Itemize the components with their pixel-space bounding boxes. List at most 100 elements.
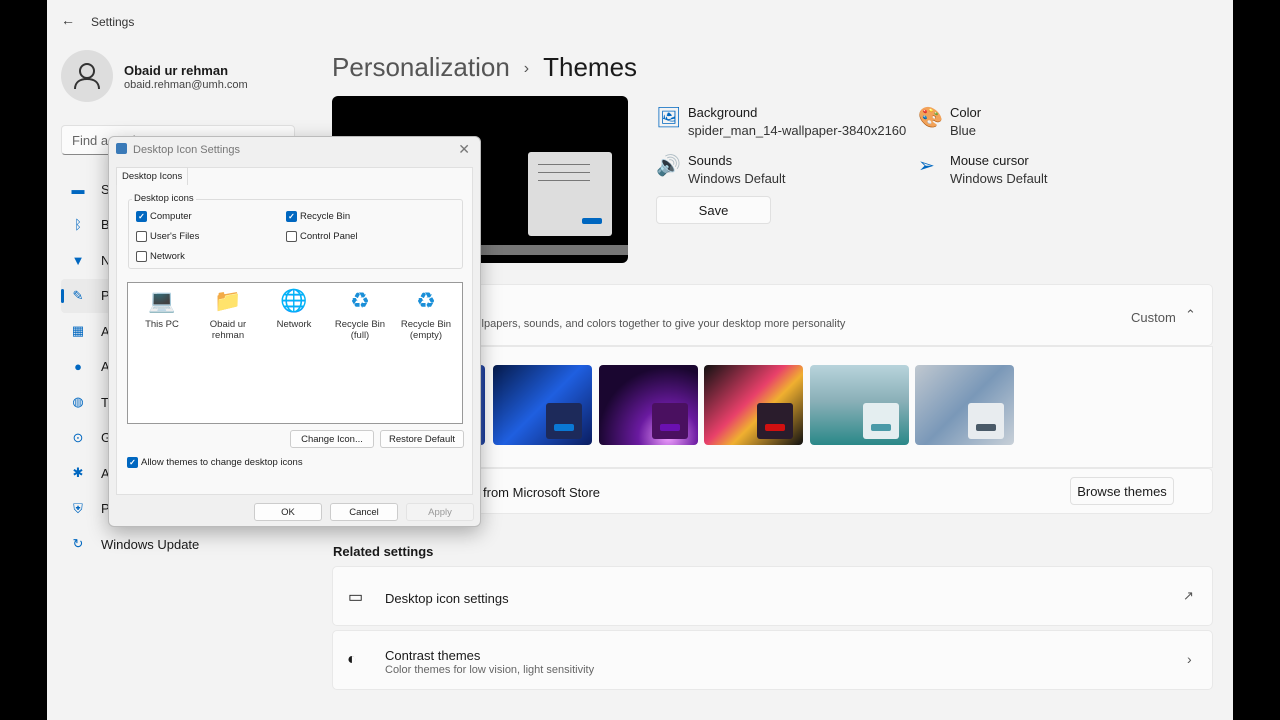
image-icon: 🖼 bbox=[656, 107, 682, 129]
globe-icon: ◍ bbox=[72, 394, 84, 409]
save-button[interactable]: Save bbox=[656, 196, 771, 224]
cursor-label: Mouse cursor bbox=[950, 153, 1029, 168]
theme-thumbnail[interactable] bbox=[598, 365, 698, 445]
apps-icon: ▦ bbox=[71, 323, 85, 338]
cancel-button[interactable]: Cancel bbox=[330, 503, 398, 521]
recycle-bin-full-icon: ♻ bbox=[350, 288, 370, 313]
change-icon-button[interactable]: Change Icon... bbox=[290, 430, 374, 448]
pc-icon: 💻 bbox=[148, 288, 176, 313]
checkbox[interactable] bbox=[286, 231, 297, 242]
theme-thumbnail[interactable] bbox=[809, 365, 909, 445]
avatar[interactable] bbox=[61, 50, 113, 102]
chevron-right-icon: › bbox=[1187, 651, 1192, 667]
cursor-icon: ➢ bbox=[918, 155, 935, 177]
background-label: Background bbox=[688, 105, 758, 120]
checkbox[interactable]: ✓ bbox=[136, 211, 147, 222]
breadcrumb-parent[interactable]: Personalization bbox=[332, 52, 510, 82]
bluetooth-icon: ᛒ bbox=[74, 217, 82, 232]
desktop-icon-settings-label: Desktop icon settings bbox=[385, 591, 509, 606]
checkbox[interactable] bbox=[136, 251, 147, 262]
cursor-value: Windows Default bbox=[950, 171, 1048, 186]
app-title: Settings bbox=[91, 15, 135, 29]
desktop-icon-item[interactable]: 🌐 Network bbox=[263, 287, 325, 330]
desktop-icon-item[interactable]: ♻ Recycle Bin (empty) bbox=[395, 287, 457, 341]
dialog-app-icon bbox=[116, 143, 127, 154]
checkbox[interactable]: ✓ bbox=[286, 211, 297, 222]
chevron-up-icon[interactable]: ⌃ bbox=[1185, 307, 1196, 323]
cursor-setting[interactable]: ➢ Mouse cursor Windows Default bbox=[918, 153, 1048, 186]
desktop-icon-checkbox[interactable]: ✓ Recycle Bin bbox=[286, 211, 350, 222]
apply-button[interactable]: Apply bbox=[406, 503, 474, 521]
close-icon[interactable]: ✕ bbox=[458, 141, 470, 158]
dialog-title: Desktop Icon Settings bbox=[133, 144, 241, 156]
background-value: spider_man_14-wallpaper-3840x2160 bbox=[688, 123, 907, 138]
breadcrumb-separator: › bbox=[523, 60, 530, 78]
recycle-bin-empty-icon: ♻ bbox=[416, 288, 436, 313]
desktop-icon-settings-link[interactable]: ▭ Desktop icon settings ↗ bbox=[332, 566, 1213, 626]
sidebar-item[interactable]: ↻ Windows Update bbox=[61, 527, 295, 561]
related-settings-heading: Related settings bbox=[333, 544, 434, 559]
desktop-icon-checkbox[interactable]: User's Files bbox=[136, 231, 199, 242]
desktop-icon-item[interactable]: 📁 Obaid ur rehman bbox=[197, 287, 259, 341]
theme-thumbnail[interactable] bbox=[493, 365, 592, 445]
sounds-label: Sounds bbox=[688, 153, 733, 168]
browse-themes-button[interactable]: Browse themes bbox=[1070, 477, 1174, 505]
folder-icon: 📁 bbox=[214, 288, 242, 313]
sounds-setting[interactable]: 🔊 Sounds Windows Default bbox=[656, 153, 786, 186]
current-theme-value: Custom bbox=[1131, 310, 1176, 325]
restore-default-button[interactable]: Restore Default bbox=[380, 430, 464, 448]
accessibility-icon: ✱ bbox=[72, 465, 84, 480]
ok-button[interactable]: OK bbox=[254, 503, 322, 521]
allow-themes-checkbox[interactable]: ✓ Allow themes to change desktop icons bbox=[127, 457, 303, 468]
palette-icon: 🎨 bbox=[918, 107, 943, 129]
wifi-icon: ▼ bbox=[71, 252, 85, 268]
icon-label: Recycle Bin bbox=[334, 319, 386, 330]
back-arrow-icon[interactable]: ← bbox=[61, 12, 75, 28]
sidebar-item-label: Windows Update bbox=[101, 536, 200, 552]
contrast-themes-link[interactable]: ◐ Contrast themes Color themes for low v… bbox=[332, 630, 1213, 690]
icon-label: This PC bbox=[145, 319, 179, 330]
network-icon: 🌐 bbox=[280, 288, 308, 313]
desktop-icon-settings-dialog: Desktop Icon Settings ✕ Desktop Icons De… bbox=[108, 136, 481, 527]
page-title: Themes bbox=[543, 52, 638, 82]
color-label: Color bbox=[950, 105, 982, 120]
speaker-icon: 🔊 bbox=[656, 155, 681, 177]
checkbox-label: Computer bbox=[150, 211, 192, 222]
desktop-icon-checkbox[interactable]: Network bbox=[136, 251, 185, 262]
group-label: Desktop icons bbox=[132, 193, 196, 204]
desktop-icon-checkbox[interactable]: Control Panel bbox=[286, 231, 358, 242]
theme-thumbnail[interactable] bbox=[915, 365, 1014, 445]
person-icon: ● bbox=[74, 359, 82, 374]
checkbox-label: Recycle Bin bbox=[300, 211, 351, 222]
desktop-icon-item[interactable]: ♻ Recycle Bin (full) bbox=[329, 287, 391, 341]
contrast-themes-label: Contrast themes bbox=[385, 648, 481, 663]
checkbox-label: Network bbox=[150, 251, 185, 262]
shield-icon: ⛨ bbox=[73, 500, 83, 516]
desktop-icon: ▭ bbox=[348, 589, 364, 606]
breadcrumb: Personalization › Themes bbox=[332, 52, 637, 83]
icon-label: Network bbox=[276, 319, 312, 330]
sounds-value: Windows Default bbox=[688, 171, 786, 186]
desktop-icon-item[interactable]: 💻 This PC bbox=[131, 287, 193, 330]
contrast-icon: ◐ bbox=[347, 651, 357, 668]
desktop-icon-checkbox[interactable]: ✓ Computer bbox=[136, 211, 192, 222]
tab-desktop-icons[interactable]: Desktop Icons bbox=[116, 167, 189, 185]
theme-description: allpapers, sounds, and colors together t… bbox=[473, 318, 846, 330]
allow-themes-label: Allow themes to change desktop icons bbox=[141, 457, 303, 468]
external-link-icon: ↗ bbox=[1183, 588, 1194, 603]
theme-thumbnail[interactable] bbox=[704, 365, 803, 445]
checkbox-checked[interactable]: ✓ bbox=[127, 457, 138, 468]
checkbox-label: Control Panel bbox=[300, 231, 358, 242]
background-setting[interactable]: 🖼 Background spider_man_14-wallpaper-3840x… bbox=[656, 105, 906, 138]
checkbox[interactable] bbox=[136, 231, 147, 242]
icon-label-2: rehman bbox=[211, 330, 245, 341]
contrast-themes-sub: Color themes for low vision, light sensi… bbox=[385, 664, 595, 676]
brush-icon: ✎ bbox=[72, 287, 84, 303]
monitor-icon: ▬ bbox=[71, 181, 85, 197]
gamepad-icon: ⊙ bbox=[72, 429, 84, 445]
store-text: from Microsoft Store bbox=[483, 485, 601, 500]
icon-label-2: (empty) bbox=[409, 330, 443, 341]
color-setting[interactable]: 🎨 Color Blue bbox=[918, 105, 981, 138]
icon-label-2: (full) bbox=[350, 330, 370, 341]
color-value: Blue bbox=[950, 123, 977, 138]
